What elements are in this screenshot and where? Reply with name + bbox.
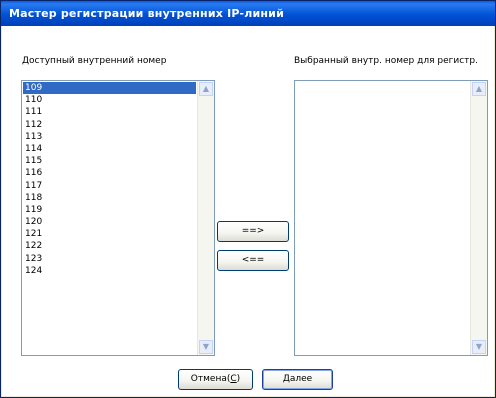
list-item[interactable]: 121 — [23, 228, 196, 240]
next-button[interactable]: Далее — [262, 369, 333, 390]
list-item[interactable]: 124 — [23, 265, 196, 277]
cancel-label: Отмена( — [190, 374, 231, 384]
selected-extensions-list[interactable]: ▲ ▼ — [294, 80, 488, 356]
cancel-button[interactable]: Отмена(C) — [178, 369, 253, 390]
remove-button[interactable]: <== — [217, 250, 289, 271]
available-extensions-list[interactable]: 109 110 111 112 113 114 115 116 117 118 119 120 121 1… — [21, 80, 215, 356]
list-item[interactable]: 111 — [23, 106, 196, 118]
left-scrollbar[interactable]: ▲ ▼ — [197, 81, 214, 355]
list-item[interactable]: 117 — [23, 180, 196, 192]
list-item[interactable]: 114 — [23, 143, 196, 155]
list-item[interactable]: 116 — [23, 167, 196, 179]
scroll-down-icon[interactable]: ▼ — [472, 340, 486, 354]
list-item[interactable]: 118 — [23, 192, 196, 204]
cancel-label-end: ) — [236, 374, 241, 384]
list-item[interactable]: 120 — [23, 216, 196, 228]
right-scrollbar[interactable]: ▲ ▼ — [470, 81, 487, 355]
list-item[interactable]: 113 — [23, 131, 196, 143]
scroll-down-icon[interactable]: ▼ — [199, 340, 213, 354]
available-extensions-items: 109 110 111 112 113 114 115 116 117 118 119 120 121 1… — [23, 82, 196, 277]
list-item[interactable]: 110 — [23, 94, 196, 106]
list-item[interactable]: 123 — [23, 253, 196, 265]
list-item[interactable]: 122 — [23, 240, 196, 252]
list-item[interactable]: 119 — [23, 204, 196, 216]
list-item[interactable]: 109 — [23, 82, 196, 95]
window-title: Мастер регистрации внутренних IP-линий — [1, 1, 495, 26]
available-extensions-label: Доступный внутренний номер — [22, 56, 167, 66]
list-item[interactable]: 115 — [23, 155, 196, 167]
list-item[interactable]: 112 — [23, 119, 196, 131]
add-button[interactable]: ==> — [217, 221, 289, 242]
selected-extensions-label: Выбранный внутр. номер для регистр. — [294, 56, 478, 66]
scroll-up-icon[interactable]: ▲ — [472, 82, 486, 96]
scroll-up-icon[interactable]: ▲ — [199, 82, 213, 96]
